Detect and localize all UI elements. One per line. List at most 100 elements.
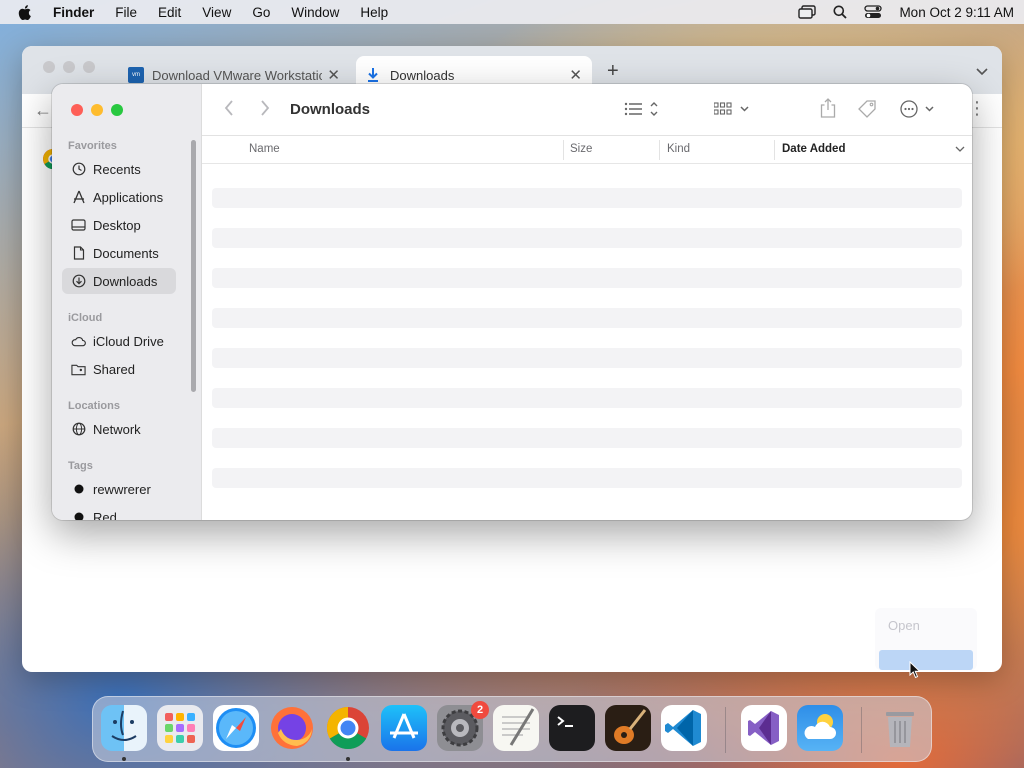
sidebar-scrollbar[interactable] [191,140,196,392]
dock-weather-icon[interactable] [797,705,843,751]
browser-close-button[interactable] [43,61,55,73]
sidebar-item-label: iCloud Drive [93,333,164,349]
menu-window[interactable]: Window [291,5,339,20]
dock-chrome-icon[interactable] [325,705,371,751]
column-divider[interactable] [563,140,564,160]
sidebar-item-tag-red[interactable]: Red [62,504,176,520]
running-indicator [346,757,350,761]
browser-tab-title: Download VMware Workstatic [152,67,322,83]
window-title: Downloads [290,101,371,118]
sidebar-section-tags: Tags [68,460,93,472]
spotlight-search-icon[interactable] [833,5,848,19]
browser-minimize-button[interactable] [63,61,75,73]
download-circle-icon [71,274,86,289]
group-by-icon[interactable] [714,102,750,116]
tag-dot-icon [71,482,86,497]
menu-file[interactable]: File [115,5,137,20]
finder-toolbar: Downloads [202,84,972,136]
tag-dot-icon [71,510,86,520]
sidebar-item-network[interactable]: Network [62,416,176,442]
running-indicator [122,757,126,761]
sidebar-item-label: Recents [93,161,141,177]
menu-app-name[interactable]: Finder [53,5,94,20]
menu-view[interactable]: View [202,5,231,20]
sidebar-item-icloud-drive[interactable]: iCloud Drive [62,328,176,354]
dock-textedit-icon[interactable] [493,705,539,751]
menu-clock[interactable]: Mon Oct 2 9:11 AM [899,5,1014,20]
dock-app-store-icon[interactable] [381,705,427,751]
dock-terminal-icon[interactable] [549,705,595,751]
sidebar-item-applications[interactable]: Applications [62,184,176,210]
dock-firefox-icon[interactable] [269,705,315,751]
tag-icon[interactable] [858,100,878,118]
column-divider[interactable] [659,140,660,160]
sidebar-item-label: Applications [93,189,164,205]
tab-close-icon[interactable]: ✕ [327,66,340,84]
shared-folder-icon [71,362,86,377]
menu-edit[interactable]: Edit [158,5,181,20]
minimize-button[interactable] [91,104,103,116]
apple-menu-icon[interactable] [18,4,34,20]
more-actions-icon[interactable] [900,100,936,118]
finder-sidebar: Favorites Recents Applications Desktop D… [52,84,202,520]
tab-close-icon[interactable]: ✕ [569,66,582,84]
list-view-icon[interactable] [624,101,660,117]
mouse-pointer-icon [909,660,921,682]
list-row-placeholder [212,468,962,488]
sidebar-item-shared[interactable]: Shared [62,356,176,382]
sort-descending-chevron-icon[interactable] [955,144,965,156]
dock-vscode-icon[interactable] [661,705,707,751]
sidebar-item-tag-rewwrerer[interactable]: rewwrerer [62,476,176,502]
column-name[interactable]: Name [249,143,280,155]
globe-icon [71,422,86,437]
sidebar-item-label: rewwrerer [93,481,151,497]
sidebar-section-icloud: iCloud [68,312,103,324]
sidebar-item-label: Downloads [93,273,158,289]
column-kind[interactable]: Kind [667,143,690,155]
close-button[interactable] [71,104,83,116]
sidebar-item-documents[interactable]: Documents [62,240,176,266]
sidebar-item-desktop[interactable]: Desktop [62,212,176,238]
dock-safari-icon[interactable] [213,705,259,751]
context-menu-open[interactable]: Open [888,618,920,633]
sidebar-section-locations: Locations [68,400,120,412]
column-date-added[interactable]: Date Added [782,143,845,155]
zoom-button[interactable] [111,104,123,116]
dock: 2 [92,696,932,762]
browser-zoom-button[interactable] [83,61,95,73]
dock-finder-icon[interactable] [101,705,147,751]
dock-separator [861,707,862,753]
desktop-icon [71,218,86,233]
list-row-placeholder [212,428,962,448]
menu-go[interactable]: Go [252,5,270,20]
forward-chevron-icon[interactable] [260,100,270,116]
cloud-icon [71,334,86,349]
list-row-placeholder [212,228,962,248]
context-menu-selected-item[interactable] [879,650,973,670]
screen-mirroring-icon[interactable] [798,5,817,19]
column-size[interactable]: Size [570,143,592,155]
share-icon[interactable] [820,98,836,118]
dock-separator [725,707,726,753]
dock-trash-icon[interactable] [877,705,923,751]
sidebar-item-recents[interactable]: Recents [62,156,176,182]
file-list [212,188,962,508]
new-tab-plus-icon[interactable]: + [607,60,619,83]
applications-icon [71,190,86,205]
dock-launchpad-icon[interactable] [157,705,203,751]
list-row-placeholder [212,188,962,208]
finder-content: Downloads Name Size Kind Date Added [202,84,972,520]
list-row-placeholder [212,348,962,368]
dock-garageband-icon[interactable] [605,705,651,751]
control-center-icon[interactable] [864,5,883,19]
back-chevron-icon[interactable] [224,100,234,116]
window-controls [71,104,123,116]
column-divider[interactable] [774,140,775,160]
tab-search-chevron-icon[interactable] [976,64,988,79]
sidebar-item-label: Documents [93,245,159,261]
sidebar-item-downloads[interactable]: Downloads [62,268,176,294]
clock-icon [71,162,86,177]
menu-help[interactable]: Help [360,5,388,20]
dock-visual-studio-icon[interactable] [741,705,787,751]
browser-back-icon[interactable]: ← [34,100,52,121]
